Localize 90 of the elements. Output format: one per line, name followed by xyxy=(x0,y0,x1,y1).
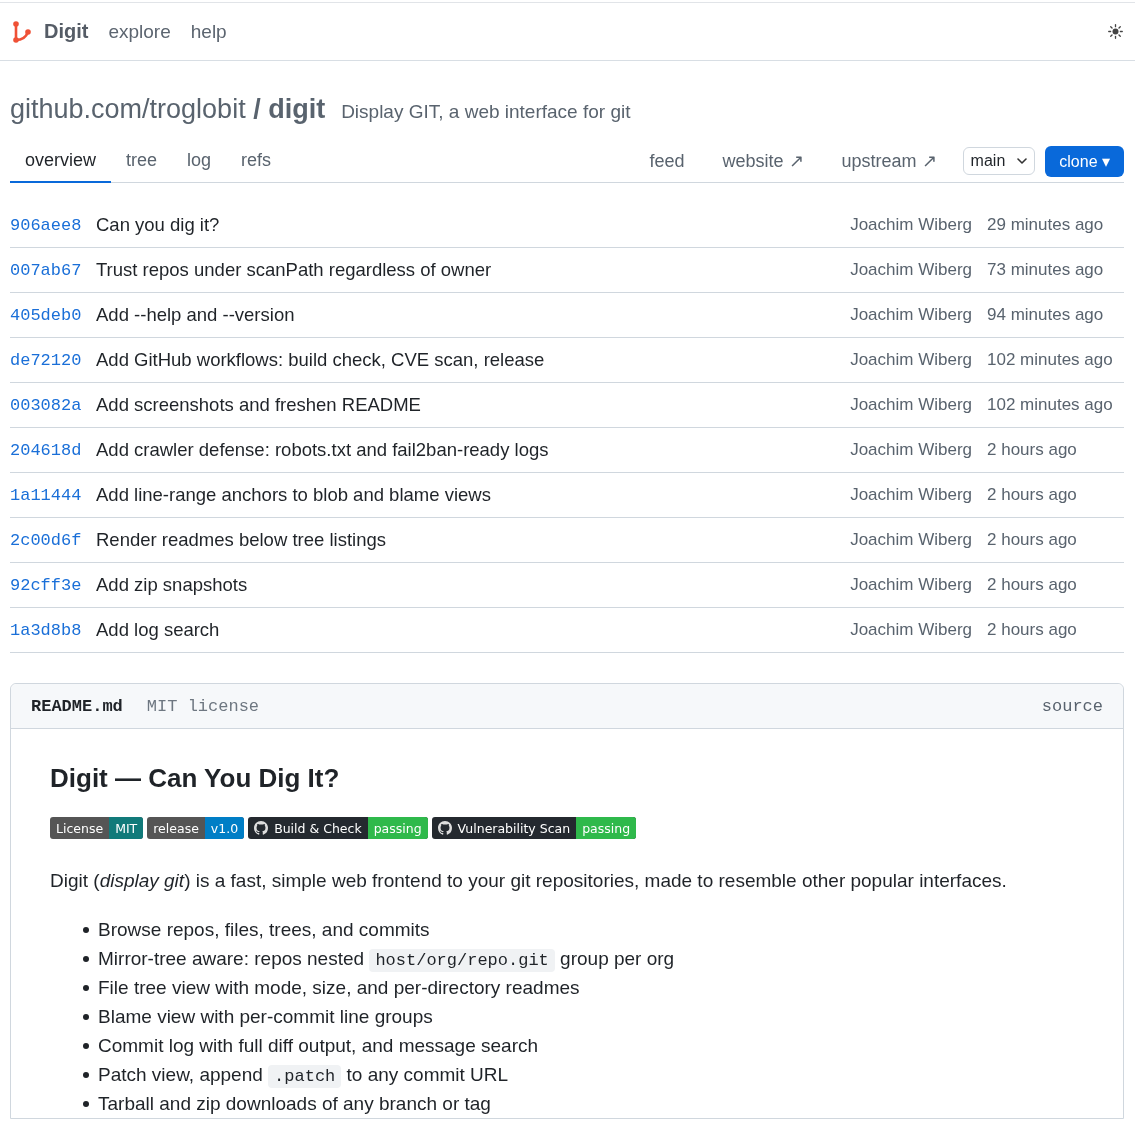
commit-hash[interactable]: 204618d xyxy=(10,440,81,460)
commit-message: Add crawler defense: robots.txt and fail2ban-ready logs xyxy=(96,439,550,461)
feature-list-item: Browse repos, files, trees, and commits xyxy=(98,918,430,943)
commit-hash[interactable]: 906aee8 xyxy=(10,215,81,235)
commit-message: Trust repos under scanPath regardless of owner xyxy=(96,259,493,281)
repo-description: Display GIT, a web interface for git xyxy=(341,101,631,123)
commit-time: 2 hours ago xyxy=(987,440,1078,460)
badge-value: MIT xyxy=(109,817,144,840)
feature-list-item: Patch view, append .patch to any commit URL xyxy=(98,1063,509,1089)
tab[interactable]: tree xyxy=(111,140,173,183)
commit-author: Joachim Wiberg xyxy=(850,530,972,550)
commit-hash[interactable]: 007ab67 xyxy=(10,260,81,280)
commit-author: Joachim Wiberg xyxy=(850,485,972,505)
badge-label: Build & Check xyxy=(273,820,363,836)
commit-author: Joachim Wiberg xyxy=(850,260,972,280)
commit-hash[interactable]: 1a3d8b8 xyxy=(10,620,81,640)
commit-time: 2 hours ago xyxy=(987,575,1078,595)
commit-message: Add zip snapshots xyxy=(96,574,249,596)
readme-filename: README.md xyxy=(31,696,123,716)
tab[interactable]: overview xyxy=(10,140,112,183)
tab[interactable]: refs xyxy=(226,140,287,183)
commit-author: Joachim Wiberg xyxy=(850,395,972,415)
commit-author: Joachim Wiberg xyxy=(850,305,972,325)
bullet-icon xyxy=(83,984,89,991)
bullet-icon xyxy=(83,1100,89,1107)
feature-list-item: Tarball and zip downloads of any branch or tag xyxy=(98,1092,491,1117)
bullet-icon xyxy=(83,1071,89,1078)
commit-time: 94 minutes ago xyxy=(987,305,1105,325)
commit-message: Render readmes below tree listings xyxy=(96,529,387,551)
sun-icon[interactable] xyxy=(1108,24,1123,39)
github-icon xyxy=(254,821,269,836)
header-link[interactable]: feed xyxy=(649,150,685,172)
readme-heading: Digit — Can You Dig It? xyxy=(50,763,341,795)
branch-select[interactable]: main xyxy=(962,147,1036,175)
commit-hash[interactable]: 003082a xyxy=(10,395,81,415)
nav-link[interactable]: help xyxy=(190,20,227,43)
commit-hash[interactable]: 1a11444 xyxy=(10,485,81,505)
status-badge[interactable]: Build & Check passing xyxy=(248,817,428,840)
feature-list-item: Mirror-tree aware: repos nested host/org/repo.git group per org xyxy=(98,947,675,973)
commit-time: 73 minutes ago xyxy=(987,260,1105,280)
bullet-icon xyxy=(83,1042,89,1049)
badge-value: v1.0 xyxy=(204,817,245,840)
bullet-icon xyxy=(83,926,89,933)
tab[interactable]: log xyxy=(172,140,227,183)
license-label: MIT license xyxy=(146,696,260,716)
commit-time: 2 hours ago xyxy=(987,530,1078,550)
header-link[interactable]: upstream ↗ xyxy=(841,150,937,172)
commit-author: Joachim Wiberg xyxy=(850,440,972,460)
header-link[interactable]: website ↗ xyxy=(722,150,804,172)
badge-value: passing xyxy=(367,817,428,840)
badge-label: License xyxy=(55,820,105,836)
commit-time: 2 hours ago xyxy=(987,485,1078,505)
feature-list-item: Commit log with full diff output, and message search xyxy=(98,1034,539,1059)
commit-time: 29 minutes ago xyxy=(987,215,1105,235)
branch-logo-icon[interactable] xyxy=(12,20,32,43)
commit-time: 102 minutes ago xyxy=(987,350,1114,370)
badge-label: Vulnerability Scan xyxy=(456,820,572,836)
bullet-icon xyxy=(83,955,89,962)
commit-hash[interactable]: 405deb0 xyxy=(10,305,81,325)
nav-link[interactable]: explore xyxy=(108,20,171,43)
feature-list-item: Blame view with per-commit line groups xyxy=(98,1005,433,1030)
brand-link[interactable]: Digit xyxy=(44,20,89,43)
commit-hash[interactable]: de72120 xyxy=(10,350,81,370)
intro-paragraph: Digit (display git) is a fast, simple web frontend to your git repositories, made to resemble other popular interfaces. xyxy=(50,869,1008,894)
github-icon xyxy=(437,821,452,836)
badge-label: release xyxy=(152,820,200,836)
commit-hash[interactable]: 2c00d6f xyxy=(10,530,81,550)
bullet-icon xyxy=(83,1013,89,1020)
status-badge[interactable]: Vulnerability Scan passing xyxy=(431,817,637,840)
status-badge[interactable]: release v1.0 xyxy=(147,817,245,840)
clone-button[interactable]: clone ▾ xyxy=(1045,145,1124,177)
commit-message: Add screenshots and freshen README xyxy=(96,394,422,416)
commit-message: Add line-range anchors to blob and blame views xyxy=(96,484,492,506)
commit-author: Joachim Wiberg xyxy=(850,350,972,370)
feature-list-item: File tree view with mode, size, and per-directory readmes xyxy=(98,976,580,1001)
status-badge[interactable]: License MIT xyxy=(50,817,144,840)
repo-title: github.com/troglobit / digit xyxy=(10,94,326,125)
commit-time: 102 minutes ago xyxy=(987,395,1114,415)
commit-hash[interactable]: 92cff3e xyxy=(10,575,81,595)
commit-message: Add GitHub workflows: build check, CVE scan, release xyxy=(96,349,546,371)
commit-message: Add --help and --version xyxy=(96,304,296,326)
commit-author: Joachim Wiberg xyxy=(850,575,972,595)
commit-message: Add log search xyxy=(96,619,221,641)
commit-message: Can you dig it? xyxy=(96,214,221,236)
badge-value: passing xyxy=(576,817,637,840)
commit-time: 2 hours ago xyxy=(987,620,1078,640)
source-link[interactable]: source xyxy=(1041,696,1103,716)
commit-author: Joachim Wiberg xyxy=(850,620,972,640)
chevron-down-icon xyxy=(1017,158,1028,164)
commit-author: Joachim Wiberg xyxy=(850,215,972,235)
